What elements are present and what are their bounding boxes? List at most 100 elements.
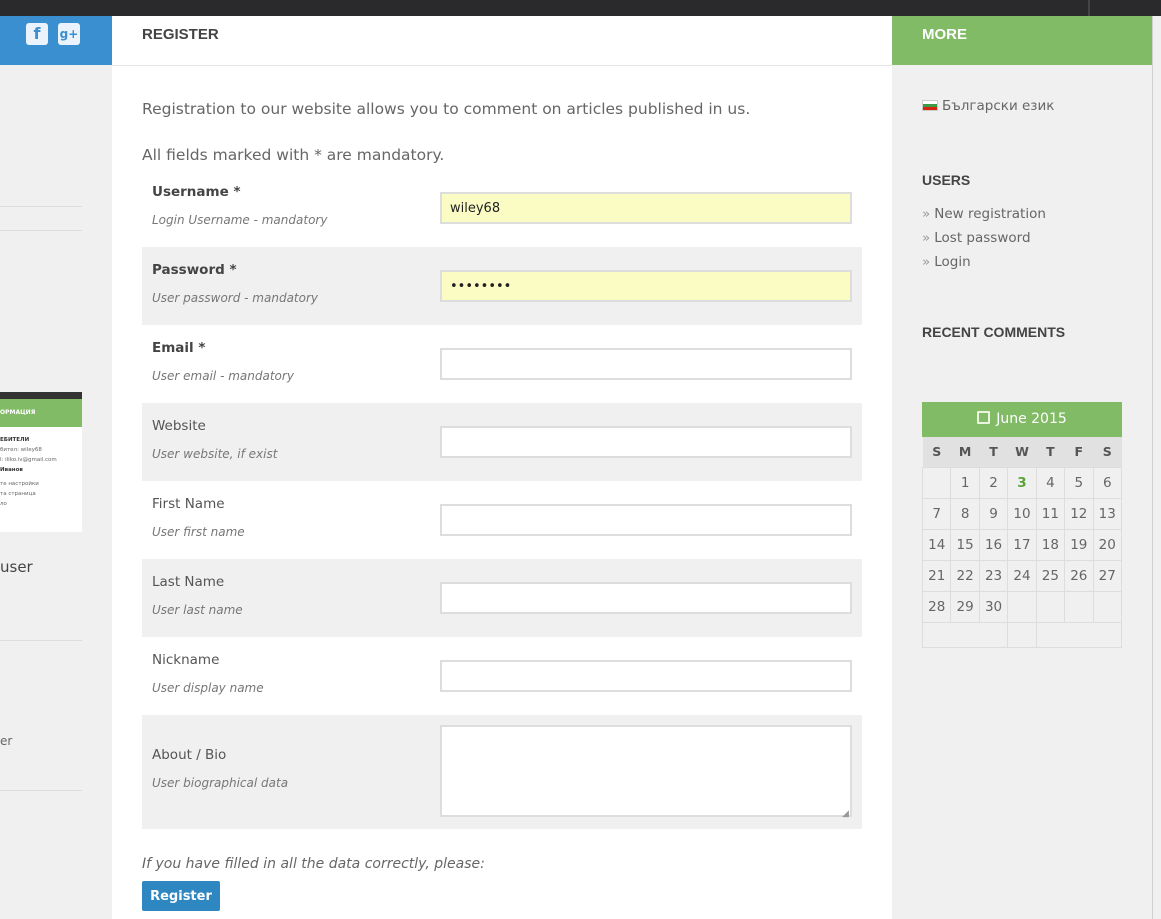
- thumbnail-line: l: iliko.iv@gmail.com: [0, 457, 57, 463]
- last-name-label: Last Name: [152, 574, 225, 590]
- calendar-day[interactable]: 3: [1007, 466, 1037, 499]
- field-row-password: Password * User password - mandatory: [142, 247, 862, 325]
- arrow-icon: »: [922, 254, 931, 270]
- calendar-day: 12: [1064, 497, 1094, 530]
- calendar-day: 11: [1035, 497, 1066, 530]
- register-button[interactable]: Register: [142, 881, 220, 911]
- facebook-icon[interactable]: f: [26, 23, 48, 45]
- calendar-day: 20: [1092, 528, 1123, 561]
- thumbnail-line: те настройки: [0, 481, 39, 487]
- field-row-email: Email * User email - mandatory: [142, 325, 862, 403]
- calendar-grid: SMTWTFS 1 2 3 4 5 6 7 8 9 10 11 12 13 14 15 16 17 18 19 20 2…: [921, 437, 1123, 648]
- calendar-day: 21: [921, 559, 952, 592]
- bio-textarea[interactable]: [440, 725, 852, 817]
- calendar-day: 29: [950, 590, 980, 623]
- calendar-footer-cell: [921, 621, 1009, 648]
- language-link[interactable]: Български език: [922, 98, 1054, 114]
- arrow-icon: »: [922, 230, 931, 246]
- calendar-day: 14: [921, 528, 952, 561]
- first-name-input[interactable]: [440, 504, 852, 536]
- calendar-day: 18: [1035, 528, 1066, 561]
- calendar-empty-cell: [1007, 590, 1037, 623]
- user-links: » New registration » Lost password » Login: [922, 202, 1046, 274]
- email-hint: User email - mandatory: [152, 369, 294, 383]
- field-row-nickname: Nickname User display name: [142, 637, 862, 715]
- calendar-header: June 2015: [922, 402, 1122, 437]
- field-row-first-name: First Name User first name: [142, 481, 862, 559]
- thumbnail-line: Иванов: [0, 467, 23, 473]
- bulgarian-flag-icon: [922, 100, 938, 111]
- nickname-hint: User display name: [152, 681, 264, 695]
- mandatory-note: All fields marked with * are mandatory.: [142, 146, 445, 164]
- recent-comments-heading: RECENT COMMENTS: [922, 324, 1066, 340]
- last-name-input[interactable]: [440, 582, 852, 614]
- intro-text: Registration to our website allows you t…: [142, 100, 751, 118]
- sidebar-title: MORE: [922, 26, 967, 43]
- username-input[interactable]: [440, 192, 852, 224]
- calendar-icon: [977, 411, 991, 424]
- calendar-day: 19: [1064, 528, 1094, 561]
- calendar-day: 17: [1007, 528, 1037, 561]
- social-bar: f g+: [0, 16, 112, 65]
- link-label: New registration: [934, 206, 1046, 222]
- password-input[interactable]: [440, 270, 852, 302]
- calendar-day: 8: [950, 497, 980, 530]
- calendar-day: 26: [1064, 559, 1094, 592]
- language-label: Български език: [942, 98, 1055, 114]
- link-lost-password[interactable]: » Lost password: [922, 226, 1046, 250]
- field-row-website: Website User website, if exist: [142, 403, 862, 481]
- last-name-hint: User last name: [152, 603, 243, 617]
- calendar-footer-cell: [1007, 621, 1037, 648]
- first-name-hint: User first name: [152, 525, 245, 539]
- calendar-day: 4: [1035, 466, 1066, 499]
- calendar-weekday: S: [922, 437, 951, 467]
- website-hint: User website, if exist: [152, 447, 278, 461]
- divider: [0, 640, 82, 641]
- main-content: REGISTER Registration to our website all…: [112, 16, 892, 919]
- calendar-day: 16: [978, 528, 1009, 561]
- calendar-widget: June 2015 SMTWTFS 1 2 3 4 5 6 7 8 9 10 11 12 13 14 15 1…: [921, 402, 1123, 648]
- website-label: Website: [152, 418, 206, 434]
- divider: [0, 790, 82, 791]
- calendar-empty-cell: [921, 466, 952, 499]
- calendar-day: 15: [950, 528, 980, 561]
- bio-label: About / Bio: [152, 747, 227, 763]
- nickname-input[interactable]: [440, 660, 852, 692]
- scrollbar[interactable]: [1152, 16, 1161, 919]
- preview-thumbnail: ОРМАЦИЯ ЕБИТЕЛИ бител: wiley68 l: iliko.…: [0, 392, 82, 532]
- calendar-weekday: T: [1036, 437, 1065, 467]
- users-heading: USERS: [922, 172, 971, 188]
- link-new-registration[interactable]: » New registration: [922, 202, 1046, 226]
- password-hint: User password - mandatory: [152, 291, 319, 305]
- sidebar-header: MORE: [892, 16, 1152, 65]
- password-label: Password *: [152, 262, 237, 278]
- bio-hint: User biographical data: [152, 776, 289, 790]
- username-hint: Login Username - mandatory: [152, 213, 328, 227]
- left-user-text: user: [0, 558, 33, 576]
- email-input[interactable]: [440, 348, 852, 380]
- calendar-day: 2: [978, 466, 1009, 499]
- submit-note: If you have filled in all the data corre…: [142, 856, 485, 872]
- link-login[interactable]: » Login: [922, 250, 1046, 274]
- thumbnail-line: бител: wiley68: [0, 447, 42, 453]
- calendar-day: 10: [1007, 497, 1037, 530]
- website-input[interactable]: [440, 426, 852, 458]
- link-label: Lost password: [934, 230, 1031, 246]
- calendar-weekday: W: [1007, 437, 1037, 467]
- thumbnail-line: ЕБИТЕЛИ: [0, 437, 30, 443]
- calendar-month: June 2015: [996, 411, 1067, 427]
- username-label: Username *: [152, 184, 241, 200]
- email-label: Email *: [152, 340, 206, 356]
- calendar-weekday: T: [979, 437, 1008, 467]
- calendar-weekday: S: [1093, 437, 1122, 467]
- calendar-day: 24: [1007, 559, 1037, 592]
- arrow-icon: »: [922, 206, 931, 222]
- divider: [0, 206, 82, 207]
- field-row-bio: About / Bio User biographical data ◢: [142, 715, 862, 829]
- googleplus-icon[interactable]: g+: [58, 23, 80, 45]
- calendar-day: 27: [1092, 559, 1123, 592]
- right-sidebar: MORE Български език USERS » New registrat…: [892, 16, 1152, 919]
- resize-grip-icon[interactable]: ◢: [842, 809, 849, 819]
- calendar-day: 13: [1092, 497, 1123, 530]
- calendar-day: 7: [921, 497, 952, 530]
